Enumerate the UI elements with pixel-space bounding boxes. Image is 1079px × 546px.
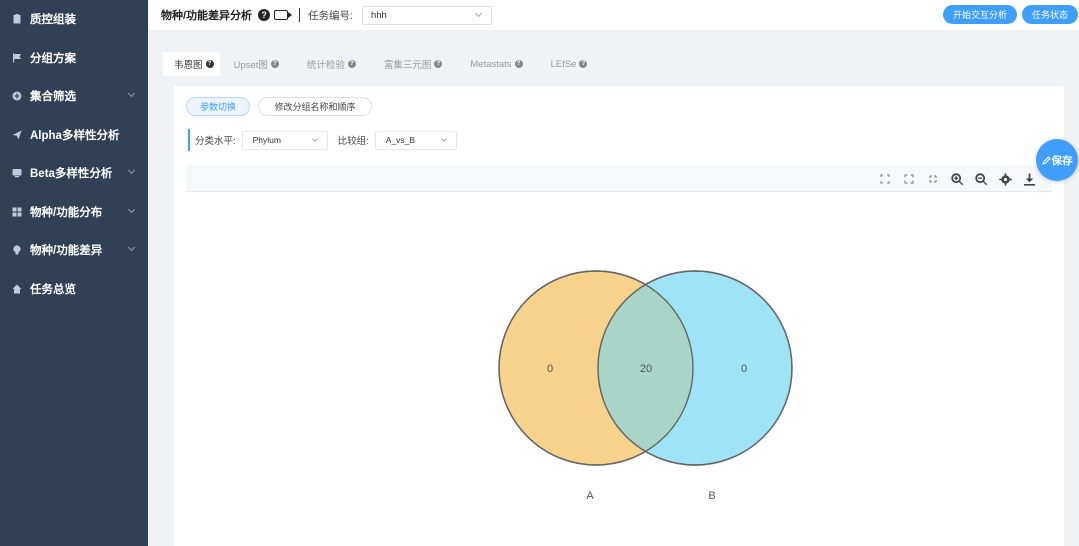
chevron-down-icon bbox=[127, 205, 136, 213]
set-a-label: A bbox=[586, 490, 594, 502]
task-id-label: 任务编号: bbox=[308, 9, 353, 22]
help-icon[interactable]: ? bbox=[258, 9, 271, 21]
sidebar-item-label: Beta多样性分析 bbox=[30, 168, 113, 181]
chevron-down-icon bbox=[440, 135, 447, 142]
page-title: 物种/功能差异分析 bbox=[161, 10, 253, 22]
tab-label: 富集三元图 bbox=[383, 60, 432, 71]
level-value: Phylum bbox=[252, 135, 281, 145]
send-icon bbox=[12, 130, 22, 140]
analysis-tabs: 韦恩图? Upset图? 统计检验? 富集三元图? Metastats? LEf… bbox=[163, 52, 615, 76]
sidebar-item-label: 任务总览 bbox=[30, 283, 76, 296]
set-b-only-count: 0 bbox=[741, 363, 747, 375]
filter-bar: 分类水平: Phylum 比较组: A_vs_B bbox=[188, 129, 457, 151]
sidebar-item-label: 质控组装 bbox=[30, 14, 76, 27]
sidebar-item-distribution[interactable]: 物种/功能分布 bbox=[0, 193, 148, 232]
tab-upset[interactable]: Upset图? bbox=[234, 52, 293, 76]
level-label: 分类水平: bbox=[195, 136, 236, 147]
sidebar-item-difference[interactable]: 物种/功能差异 bbox=[0, 231, 148, 270]
tab-stat-test[interactable]: 统计检验? bbox=[307, 52, 370, 76]
compare-label: 比较组: bbox=[337, 136, 369, 147]
help-icon: ? bbox=[205, 60, 214, 68]
chevron-down-icon bbox=[127, 243, 136, 252]
help-icon: ? bbox=[434, 60, 443, 68]
tab-lefse[interactable]: LEfSe? bbox=[551, 52, 602, 76]
sidebar-item-grouping[interactable]: 分组方案 bbox=[0, 39, 148, 78]
level-select[interactable]: Phylum bbox=[241, 130, 328, 150]
tab-label: Upset图 bbox=[233, 60, 268, 71]
task-status-button[interactable]: 任务状态 bbox=[1022, 5, 1078, 24]
sidebar-item-qc-assembly[interactable]: 质控组装 bbox=[0, 0, 148, 39]
tab-ternary[interactable]: 富集三元图? bbox=[384, 52, 457, 76]
grid-icon bbox=[12, 207, 22, 217]
download-icon[interactable] bbox=[1022, 172, 1036, 186]
start-interactive-analysis-button[interactable]: 开始交互分析 bbox=[943, 5, 1017, 24]
venn-diagram: 0 20 0 A B bbox=[498, 270, 793, 502]
sidebar-item-alpha[interactable]: Alpha多样性分析 bbox=[0, 116, 148, 155]
chevron-down-icon bbox=[311, 135, 318, 142]
tab-venn[interactable]: 韦恩图? bbox=[163, 52, 220, 76]
tab-label: 韦恩图 bbox=[174, 60, 203, 71]
sidebar-item-label: 分组方案 bbox=[30, 52, 76, 65]
header-divider bbox=[299, 8, 301, 22]
sidebar-item-beta[interactable]: Beta多样性分析 bbox=[0, 154, 148, 193]
sidebar-item-overview[interactable]: 任务总览 bbox=[0, 270, 148, 309]
set-a-only-count: 0 bbox=[547, 363, 553, 375]
intersection-count: 20 bbox=[640, 363, 652, 375]
tab-label: 统计检验 bbox=[306, 60, 345, 71]
video-icon[interactable] bbox=[274, 10, 293, 20]
save-button[interactable]: 保存 bbox=[1036, 139, 1078, 181]
settings-icon[interactable] bbox=[998, 172, 1012, 186]
tab-label: Metastats bbox=[470, 58, 512, 70]
task-id-select[interactable]: hhh bbox=[361, 5, 492, 25]
zoom-in-icon[interactable] bbox=[950, 172, 964, 186]
compare-value: A_vs_B bbox=[385, 135, 416, 145]
param-switch-button[interactable]: 参数切换 bbox=[186, 97, 250, 116]
chevron-down-icon bbox=[474, 9, 483, 17]
tab-metastats[interactable]: Metastats? bbox=[470, 52, 536, 76]
set-b-label: B bbox=[708, 490, 715, 502]
help-icon: ? bbox=[270, 60, 279, 68]
expand-icon[interactable] bbox=[902, 172, 916, 186]
chart-toolbar bbox=[186, 165, 1052, 192]
sidebar-item-label: 集合筛选 bbox=[30, 91, 76, 104]
sidebar-item-label: 物种/功能分布 bbox=[30, 206, 103, 219]
clipboard-icon bbox=[12, 14, 22, 24]
chevron-down-icon bbox=[127, 166, 136, 175]
help-icon: ? bbox=[514, 60, 523, 68]
help-icon: ? bbox=[579, 60, 588, 68]
task-id-value: hhh bbox=[370, 9, 387, 21]
help-icon: ? bbox=[347, 60, 356, 68]
compress-icon[interactable] bbox=[926, 172, 940, 186]
compare-select[interactable]: A_vs_B bbox=[374, 130, 457, 150]
sidebar-item-set-filter[interactable]: 集合筛选 bbox=[0, 77, 148, 116]
bulb-icon bbox=[12, 245, 22, 255]
monitor-icon bbox=[12, 168, 22, 178]
home-icon bbox=[12, 284, 22, 294]
flag-icon bbox=[12, 53, 22, 63]
tab-label: LEfSe bbox=[550, 58, 577, 70]
rename-groups-button[interactable]: 修改分组名称和顺序 bbox=[258, 97, 372, 116]
sidebar: 质控组装 分组方案 集合筛选 Alpha多样性分析 Beta多样性分析 物种/功… bbox=[0, 0, 148, 546]
save-label: 保存 bbox=[1051, 154, 1073, 167]
sidebar-item-label: Alpha多样性分析 bbox=[30, 129, 120, 142]
circle-plus-icon bbox=[12, 91, 22, 101]
fullscreen-icon[interactable] bbox=[878, 172, 892, 186]
top-header: 物种/功能差异分析 ? 任务编号: hhh 开始交互分析 任务状态 bbox=[148, 0, 1079, 30]
zoom-out-icon[interactable] bbox=[974, 172, 988, 186]
chevron-down-icon bbox=[127, 89, 136, 98]
edit-icon bbox=[1041, 155, 1051, 165]
sidebar-item-label: 物种/功能差异 bbox=[30, 245, 103, 258]
